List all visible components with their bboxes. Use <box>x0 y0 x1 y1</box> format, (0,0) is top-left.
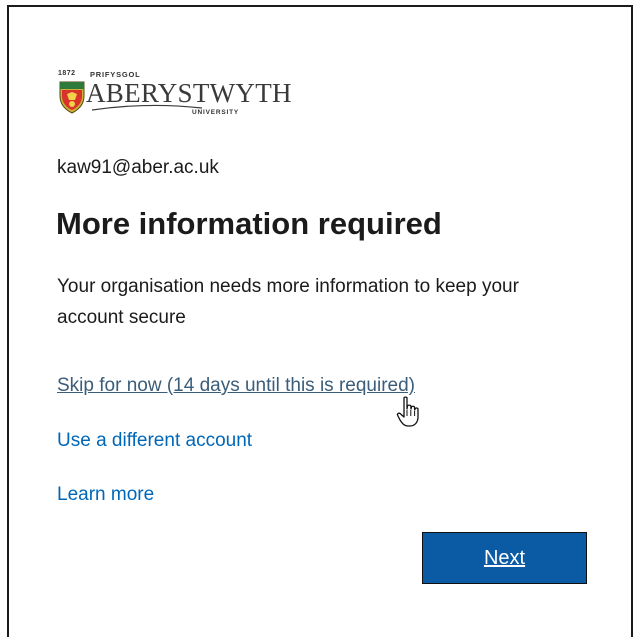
university-crest-icon <box>59 81 85 114</box>
account-email: kaw91@aber.ac.uk <box>57 157 219 178</box>
hand-pointer-icon <box>396 396 419 427</box>
logo-swoosh <box>92 104 202 111</box>
logo-year: 1872 <box>58 70 76 77</box>
learn-more-link[interactable]: Learn more <box>57 484 154 506</box>
page-title: More information required <box>56 206 442 241</box>
university-logo: 1872 PRIFYSGOL ABERYSTWYTH UNIVERSITY <box>52 68 292 122</box>
logo-suffix: UNIVERSITY <box>192 109 240 116</box>
use-different-account-link[interactable]: Use a different account <box>57 430 252 452</box>
skip-for-now-link[interactable]: Skip for now (14 days until this is requ… <box>57 375 415 397</box>
description-text: Your organisation needs more information… <box>57 276 519 328</box>
next-button[interactable]: Next <box>422 532 587 584</box>
